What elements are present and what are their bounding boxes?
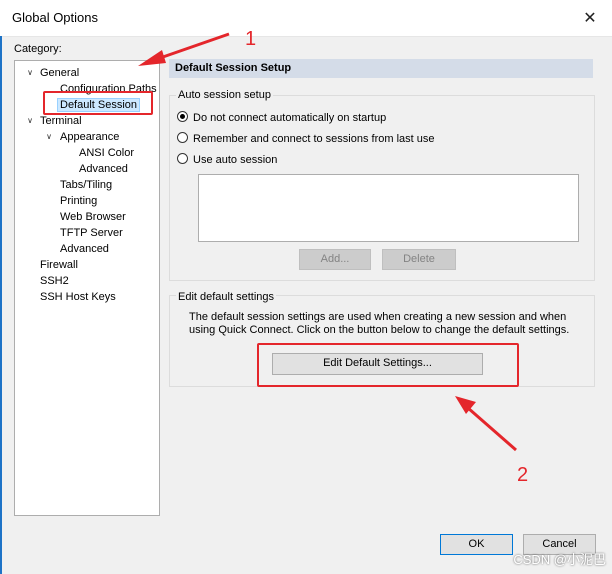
global-options-window: Global Options ✕ Category: ∨ General Con… xyxy=(0,0,612,574)
annotation-arrow-2 xyxy=(455,396,517,452)
watermark: CSDN @小泥巴 xyxy=(513,552,606,567)
annotation-arrows xyxy=(138,32,517,452)
annotation-arrow-1 xyxy=(138,32,230,66)
